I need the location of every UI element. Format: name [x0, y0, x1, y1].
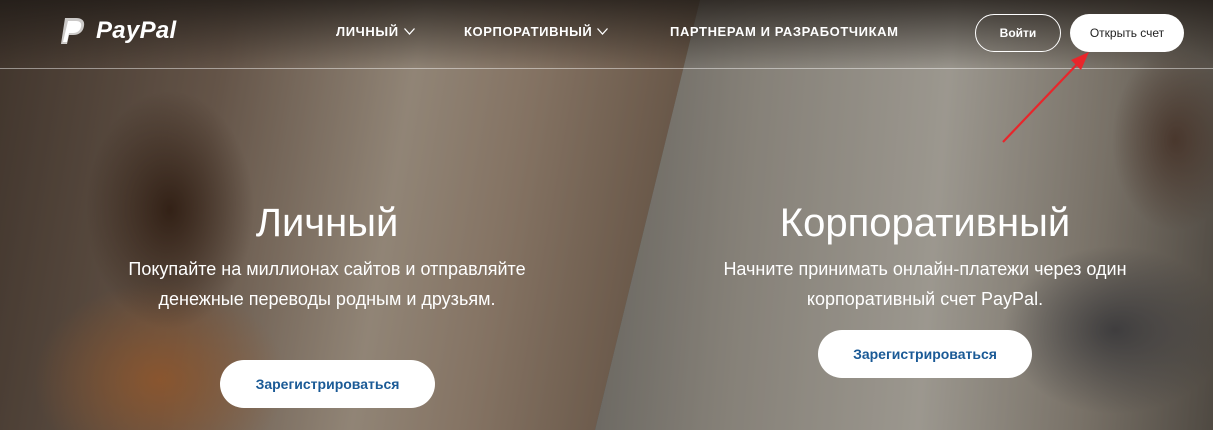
- nav-item-label: ПАРТНЕРАМ И РАЗРАБОТЧИКАМ: [670, 24, 899, 39]
- nav-item-label: КОРПОРАТИВНЫЙ: [464, 24, 593, 39]
- chevron-down-icon: [403, 28, 415, 35]
- nav-item-label: ЛИЧНЫЙ: [336, 24, 399, 39]
- personal-register-button[interactable]: Зарегистрироваться: [220, 360, 435, 408]
- business-register-button[interactable]: Зарегистрироваться: [818, 330, 1032, 378]
- open-account-button[interactable]: Открыть счет: [1070, 14, 1184, 52]
- business-panel: Корпоративный Начните принимать онлайн-п…: [716, 200, 1134, 314]
- paypal-logo[interactable]: PayPal: [56, 15, 177, 47]
- brand-name: PayPal: [96, 17, 177, 44]
- nav-item-personal[interactable]: ЛИЧНЫЙ: [336, 24, 415, 39]
- nav-item-partners[interactable]: ПАРТНЕРАМ И РАЗРАБОТЧИКАМ: [670, 24, 899, 39]
- personal-title: Личный: [255, 201, 399, 245]
- personal-panel: Личный Покупайте на миллионах сайтов и о…: [120, 200, 534, 314]
- business-title: Корпоративный: [779, 201, 1071, 245]
- site-header: PayPal ЛИЧНЫЙ КОРПОРАТИВНЫЙ ПАРТНЕРАМ И …: [0, 0, 1213, 69]
- nav-item-business[interactable]: КОРПОРАТИВНЫЙ: [464, 24, 609, 39]
- paypal-logo-icon: [61, 18, 85, 44]
- login-button[interactable]: Войти: [975, 14, 1061, 52]
- chevron-down-icon: [597, 28, 609, 35]
- personal-description: Покупайте на миллионах сайтов и отправля…: [128, 259, 526, 309]
- business-description: Начните принимать онлайн-платежи через о…: [723, 259, 1127, 309]
